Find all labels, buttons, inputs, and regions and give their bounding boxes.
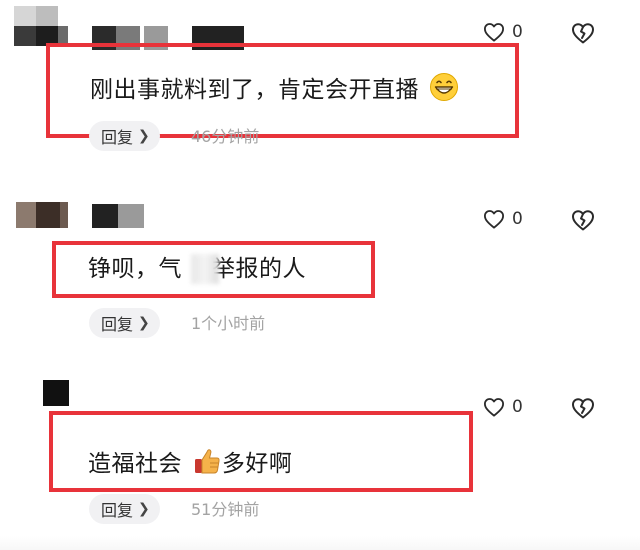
chevron-right-icon: ❯ <box>138 501 150 517</box>
like-count: 0 <box>512 396 523 417</box>
like-button[interactable]: 0 <box>483 397 523 417</box>
heart-outline-icon <box>483 398 504 417</box>
highlight-box <box>49 411 473 492</box>
bottom-fade <box>0 536 640 550</box>
broken-heart-icon[interactable] <box>571 397 595 419</box>
timestamp: 51分钟前 <box>191 500 260 519</box>
comment-item: 0 造福社会 多好啊 回复 ❯ 51分钟前 <box>0 0 640 540</box>
reply-button[interactable]: 回复 ❯ <box>89 494 160 524</box>
avatar[interactable] <box>43 380 69 406</box>
